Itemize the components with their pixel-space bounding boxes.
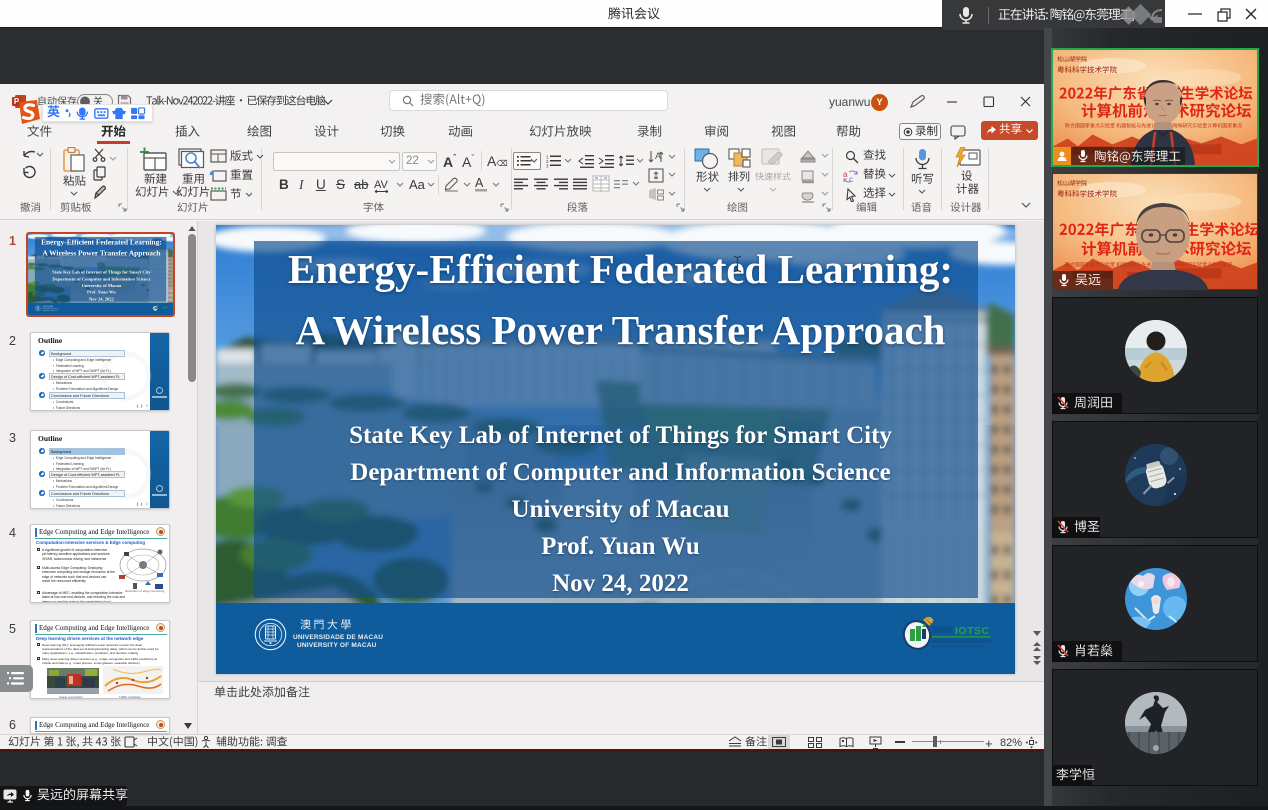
svg-text:A: A [475, 176, 484, 190]
svg-text:Illustration of edge computing: Illustration of edge computing [125, 589, 165, 593]
svg-text:a: a [843, 170, 848, 179]
svg-text:3: 3 [546, 164, 549, 169]
svg-text:AV: AV [374, 179, 389, 191]
svg-text:IOTSC: IOTSC [955, 625, 990, 637]
svg-text:c: c [849, 175, 853, 184]
svg-text:IOTSC: IOTSC [162, 307, 169, 309]
